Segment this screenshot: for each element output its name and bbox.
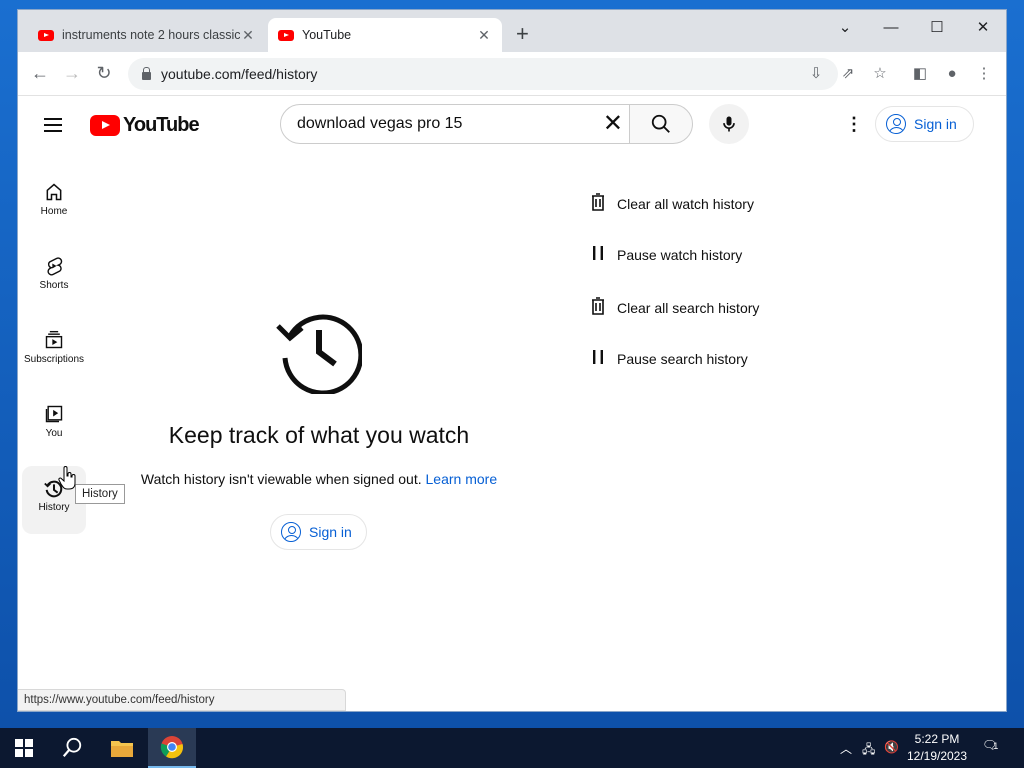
lock-icon[interactable] [142, 67, 151, 80]
sidebar-item-you[interactable]: You [22, 392, 86, 460]
shorts-icon [22, 244, 86, 276]
youtube-play-icon [90, 115, 120, 136]
signed-out-message: Watch history isn't viewable when signed… [118, 471, 520, 487]
reload-icon[interactable]: ↻ [92, 62, 116, 84]
chrome-taskbar-button[interactable] [148, 728, 196, 768]
clear-search-icon[interactable]: ✕ [603, 111, 623, 137]
close-window-button[interactable]: ✕ [960, 14, 1006, 42]
profile-icon[interactable]: ● [942, 64, 962, 84]
tab-instruments[interactable]: instruments note 2 hours classic ✕ [28, 18, 266, 52]
taskbar: ︿ 🖧 🔇 5:22 PM 12/19/2023 🗨1 [0, 728, 1024, 768]
forward-icon[interactable]: → [60, 62, 84, 84]
tab-label: instruments note 2 hours classic [62, 28, 240, 42]
close-tab-icon[interactable]: ✕ [240, 27, 256, 44]
sidebar-item-shorts[interactable]: Shorts [22, 244, 86, 312]
clear-search-history-button[interactable]: Clear all search history [590, 297, 759, 318]
sidebar-item-label: Home [40, 206, 68, 217]
new-tab-button[interactable]: + [516, 22, 529, 46]
url-text[interactable]: youtube.com/feed/history [161, 66, 317, 82]
menu-icon[interactable] [44, 118, 62, 136]
chrome-icon [160, 736, 184, 759]
file-explorer-button[interactable] [98, 728, 146, 768]
page-title: Keep track of what you watch [168, 422, 470, 448]
notification-count: 1 [993, 741, 999, 751]
maximize-button[interactable]: ☐ [914, 14, 960, 42]
learn-more-link[interactable]: Learn more [426, 471, 498, 487]
back-icon[interactable]: ← [28, 62, 52, 84]
account-icon [886, 114, 906, 134]
youtube-page: YouTube download vegas pro 15 ✕ ⋮ Sign i… [18, 96, 1006, 711]
settings-menu-icon[interactable]: ⋮ [845, 114, 863, 134]
sign-in-button-main[interactable]: Sign in [270, 514, 367, 550]
status-bar-url: https://www.youtube.com/feed/history [18, 689, 346, 711]
sidebar-item-label: Subscriptions [23, 354, 85, 365]
pause-search-history-button[interactable]: Pause search history [590, 349, 748, 368]
minimize-button[interactable]: — [868, 14, 914, 42]
action-label: Clear all search history [617, 299, 760, 316]
start-button[interactable] [0, 728, 48, 768]
chrome-menu-icon[interactable]: ⋮ [974, 64, 994, 84]
search-value[interactable]: download vegas pro 15 [297, 115, 462, 133]
history-large-icon [276, 314, 362, 394]
history-tooltip: History [75, 484, 125, 504]
hand-cursor-icon [58, 466, 76, 490]
voice-search-button[interactable] [709, 104, 749, 144]
volume-muted-icon[interactable]: 🔇 [884, 740, 899, 754]
action-label: Clear all watch history [617, 195, 754, 212]
address-bar-row: ← → ↻ youtube.com/feed/history ⇩ ⇗ ☆ ◧ ●… [18, 52, 1006, 96]
search-taskbar-button[interactable] [48, 728, 96, 768]
youtube-favicon-icon [278, 29, 294, 41]
home-icon [22, 170, 86, 201]
time-text: 5:22 PM [914, 732, 960, 746]
sign-in-label: Sign in [309, 524, 352, 540]
search-button[interactable] [629, 104, 693, 144]
sidebar-item-home[interactable]: Home [22, 170, 86, 238]
pause-icon [590, 245, 606, 264]
browser-window: instruments note 2 hours classic ✕ YouTu… [18, 10, 1006, 711]
logo-text: YouTube [123, 114, 200, 136]
search-icon [651, 114, 670, 133]
tab-label: YouTube [302, 28, 352, 42]
clock[interactable]: 5:22 PM 12/19/2023 [904, 731, 970, 765]
address-bar[interactable]: youtube.com/feed/history [128, 58, 838, 90]
date-text: 12/19/2023 [906, 749, 968, 763]
clear-watch-history-button[interactable]: Clear all watch history [590, 193, 754, 214]
search-icon [62, 737, 82, 757]
action-label: Pause search history [617, 350, 748, 367]
install-icon[interactable]: ⇩ [806, 64, 826, 84]
bookmark-star-icon[interactable]: ☆ [870, 64, 890, 84]
windows-icon [15, 739, 33, 757]
action-label: Pause watch history [617, 246, 743, 263]
pause-watch-history-button[interactable]: Pause watch history [590, 245, 742, 264]
account-icon [281, 522, 301, 542]
sidebar-item-label: Shorts [39, 280, 69, 291]
youtube-favicon-icon [38, 29, 54, 41]
tab-youtube[interactable]: YouTube ✕ [268, 18, 502, 52]
subtitle-text: Watch history isn't viewable when signed… [140, 471, 422, 487]
tab-search-icon[interactable]: ⌄ [822, 14, 868, 42]
notifications-button[interactable]: 🗨1 [982, 738, 998, 752]
share-icon[interactable]: ⇗ [838, 64, 858, 84]
sidebar-item-subscriptions[interactable]: Subscriptions [22, 318, 86, 386]
trash-icon [590, 297, 606, 318]
show-hidden-icons[interactable]: ︿ [840, 740, 852, 757]
side-panel-icon[interactable]: ◧ [910, 64, 930, 84]
trash-icon [590, 193, 606, 214]
folder-icon [111, 741, 133, 757]
microphone-icon [723, 116, 735, 132]
sign-in-button[interactable]: Sign in [875, 106, 974, 142]
sidebar-item-label: You [45, 428, 63, 439]
you-icon [22, 392, 86, 423]
tab-strip: instruments note 2 hours classic ✕ YouTu… [18, 10, 1006, 52]
search-input[interactable]: download vegas pro 15 ✕ [280, 104, 630, 144]
subscriptions-icon [22, 318, 86, 349]
close-tab-icon[interactable]: ✕ [476, 27, 492, 44]
pause-icon [590, 349, 606, 368]
network-icon[interactable]: 🖧 [862, 740, 875, 761]
sign-in-label: Sign in [914, 116, 957, 132]
youtube-logo[interactable]: YouTube [90, 114, 200, 137]
